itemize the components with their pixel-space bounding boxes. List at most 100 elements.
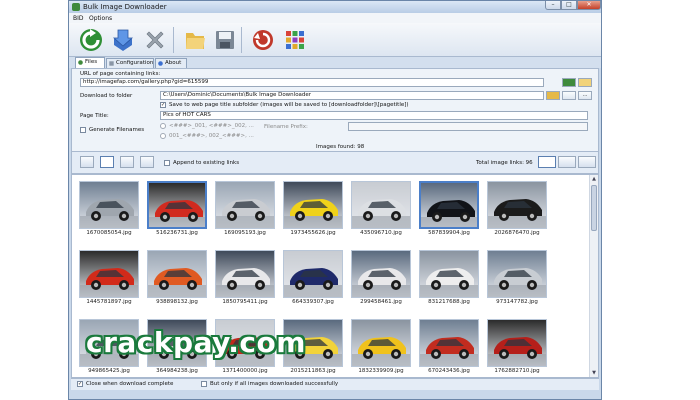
gallery-item[interactable]: 938898132.jpg [144,246,210,316]
gallery-item[interactable]: 1445781897.jpg [76,246,142,316]
page-title-label: Page Title: [80,113,109,119]
car-thumbnail [79,181,139,229]
toolbar-separator [173,27,174,53]
only-if-all-label: But only if all images downloaded succes… [210,381,339,387]
car-thumbnail [487,319,547,367]
configuration-tab-icon [109,61,114,66]
gallery-item-filename: 1762882710.jpg [494,368,540,374]
gallery-item-filename: 169095193.jpg [224,230,266,236]
gallery-item-filename: 670243436.jpg [428,368,470,374]
gallery-item[interactable]: 169095193.jpg [212,177,278,247]
close-button[interactable]: ✕ [577,1,601,10]
clear-icon[interactable] [578,156,596,168]
gallery-item-filename: 1670085054.jpg [86,230,132,236]
gallery-item[interactable]: 973147782.jpg [484,246,550,316]
car-image [80,268,138,297]
car-thumbnail [283,181,343,229]
reload-icon[interactable] [249,26,277,54]
large-thumbs-view-icon[interactable] [140,156,154,168]
grid-icon[interactable] [281,26,309,54]
car-image [488,268,546,297]
browse-button[interactable]: ... [578,91,592,100]
car-image [421,200,477,227]
generate-filenames-label: Generate Filenames [89,127,145,133]
gallery-scrollbar[interactable]: ▲ ▼ [589,175,598,377]
gallery-item-filename: 1445781897.jpg [86,299,132,305]
gallery-item-filename: 973147782.jpg [496,299,538,305]
menu-options[interactable]: Options [89,15,112,22]
gallery-item[interactable]: 670243436.jpg [416,315,482,377]
gallery-item[interactable]: 1973455626.jpg [280,177,346,247]
scrollbar-thumb[interactable] [591,185,597,231]
radio-suffix-numbering[interactable] [160,123,166,129]
gallery-item[interactable]: 1670085054.jpg [76,177,142,247]
tab-configuration[interactable]: Configuration [106,58,154,68]
folder-icon[interactable] [181,26,209,54]
list-view-icon[interactable] [80,156,94,168]
gallery-item[interactable]: 664339307.jpg [280,246,346,316]
only-if-all-checkbox[interactable] [201,381,207,387]
car-thumbnail [351,181,411,229]
about-tab-icon [158,61,163,66]
gallery-item[interactable]: 1762882710.jpg [484,315,550,377]
gallery-item[interactable]: 587839904.jpg [416,177,482,247]
generate-filenames-checkbox[interactable] [80,127,86,133]
tab-configuration-label: Configuration [116,60,154,66]
gallery-item-filename: 364984238.jpg [156,368,198,374]
go-icon[interactable] [562,78,576,87]
car-image [420,337,478,366]
car-thumbnail [487,181,547,229]
page-title-input[interactable]: Pics of HOT CARS [160,111,588,120]
menu-bid[interactable]: BID [73,15,84,22]
tab-strip: Files Configuration About [69,57,601,68]
scroll-down-icon[interactable]: ▼ [590,369,598,377]
open-folder-icon[interactable] [562,91,576,100]
maximize-button[interactable]: □ [561,1,577,10]
tab-about[interactable]: About [155,58,187,68]
images-found-text: Images found: 98 [316,144,365,150]
stop-icon[interactable] [141,26,169,54]
gallery-item-filename: 2015211863.jpg [290,368,336,374]
car-image [284,199,342,228]
filename-prefix-input[interactable] [348,122,588,131]
browse-folder-icon[interactable] [546,91,560,100]
close-when-done-checkbox[interactable]: ✓ [77,381,83,387]
minimize-button[interactable]: – [545,1,561,10]
radio-prefix-numbering[interactable] [160,133,166,139]
gallery-item[interactable]: 516236731.jpg [144,177,210,247]
app-logo-icon [72,3,80,11]
medium-thumbs-view-icon[interactable] [120,156,134,168]
gallery-item[interactable]: 831217688.jpg [416,246,482,316]
toolbar-separator [241,27,242,53]
gallery-item[interactable]: 2026876470.jpg [484,177,550,247]
car-image [352,337,410,366]
watermark-text: crackpay.com [86,326,306,359]
link-icon[interactable] [558,156,576,168]
car-image [352,199,410,228]
gallery-item-filename: 1850795411.jpg [222,299,268,305]
append-links-checkbox[interactable] [164,160,170,166]
gallery-item[interactable]: 299458461.jpg [348,246,414,316]
refresh-icon[interactable] [77,26,105,54]
gallery-item-filename: 1371400000.jpg [222,368,268,374]
subfolder-checkbox[interactable]: ✓ [160,102,166,108]
download-icon[interactable] [109,26,137,54]
car-thumbnail [419,250,479,298]
subfolder-label: Save to web page title subfolder (images… [169,102,409,108]
scroll-up-icon[interactable]: ▲ [590,175,598,183]
car-image [216,199,274,228]
filter-icon[interactable] [538,156,556,168]
tab-files[interactable]: Files [75,57,105,68]
folder-input[interactable]: C:\Users\Dominic\Documents\Bulk Image Do… [160,91,544,100]
status-bar: ✓ Close when download complete But only … [71,378,599,390]
gallery-item[interactable]: 1850795411.jpg [212,246,278,316]
tab-files-label: Files [85,59,98,65]
gallery-item[interactable]: 435096710.jpg [348,177,414,247]
url-input[interactable]: http://imagefap.com/gallery.php?gid=6155… [80,78,544,87]
gallery-item[interactable]: 1832339909.jpg [348,315,414,377]
car-thumbnail [283,250,343,298]
small-thumbs-view-icon[interactable] [100,156,114,168]
car-thumbnail [79,250,139,298]
paste-icon[interactable] [578,78,592,87]
save-icon[interactable] [211,26,239,54]
